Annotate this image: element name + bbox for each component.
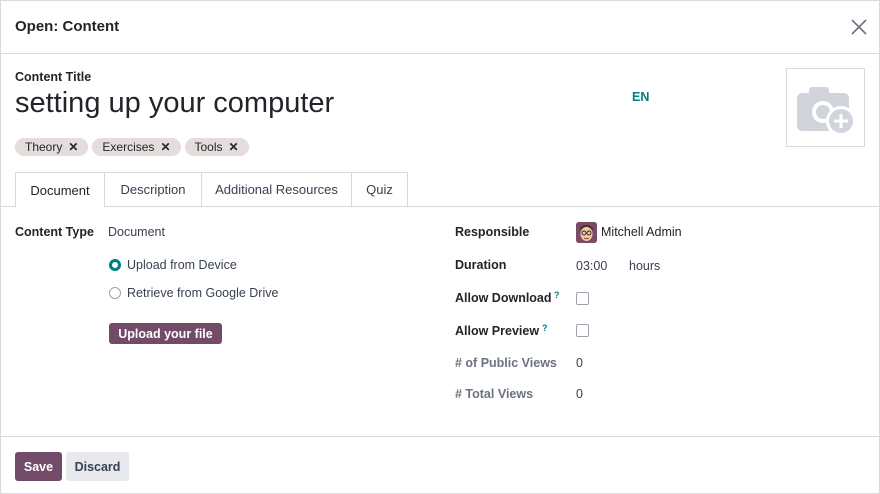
content-title-label: Content Title [15,70,92,84]
radio-retrieve-from-google-drive[interactable]: Retrieve from Google Drive [109,286,278,300]
tag-remove-icon[interactable]: ✕ [160,140,170,154]
content-type-select[interactable]: Document [108,225,165,239]
public-views-value: 0 [576,356,583,370]
allow-download-label: Allow Download [455,291,552,305]
tag-tools: Tools ✕ [184,138,249,156]
help-icon[interactable]: ? [542,323,548,333]
dialog-title: Open: Content [15,18,120,35]
upload-file-button[interactable]: Upload your file [109,323,222,344]
dialog: Open: Content Content Title setting up y… [0,0,880,494]
content-title-input[interactable]: setting up your computer [15,87,334,120]
allow-preview-label: Allow Preview [455,324,540,338]
radio-selected-icon [109,259,121,271]
tag-remove-icon[interactable]: ✕ [68,140,78,154]
total-views-label: # Total Views [455,387,534,401]
tags-field[interactable]: Theory ✕ Exercises ✕ Tools ✕ [15,138,249,156]
discard-button[interactable]: Discard [66,452,129,481]
tab-description[interactable]: Description [105,172,202,206]
save-button[interactable]: Save [15,452,62,481]
user-avatar [576,222,597,243]
duration-input[interactable]: 03:00 [576,259,607,273]
tag-label: Tools [194,140,223,154]
camera-add-icon [797,87,856,136]
content-type-label: Content Type [15,225,94,239]
dialog-header: Open: Content [1,1,879,54]
radio-label: Retrieve from Google Drive [127,286,279,300]
total-views-value: 0 [576,387,583,401]
responsible-label: Responsible [455,225,530,239]
tab-additional-resources[interactable]: Additional Resources [202,172,352,206]
tag-label: Exercises [102,140,155,154]
language-button[interactable]: EN [632,90,649,104]
public-views-label: # of Public Views [455,356,557,370]
tab-quiz[interactable]: Quiz [352,172,408,206]
close-icon[interactable] [849,17,869,37]
avatar-face-icon [576,222,597,243]
responsible-field[interactable]: Mitchell Admin [601,225,682,239]
dialog-footer: Save Discard [1,436,879,494]
radio-unselected-icon [109,287,121,299]
allow-download-checkbox[interactable] [576,292,589,305]
tag-label: Theory [25,140,63,154]
help-icon[interactable]: ? [554,290,560,300]
tabs-bar: Document Description Additional Resource… [1,172,879,207]
tab-document[interactable]: Document [15,172,105,207]
radio-upload-from-device[interactable]: Upload from Device [109,258,237,272]
duration-label: Duration [455,258,507,272]
image-upload-box[interactable] [786,68,865,147]
allow-preview-checkbox[interactable] [576,324,589,337]
duration-unit: hours [629,259,661,273]
tag-exercises: Exercises ✕ [92,138,181,156]
radio-label: Upload from Device [127,258,237,272]
tag-theory: Theory ✕ [15,138,89,156]
tag-remove-icon[interactable]: ✕ [229,140,239,154]
